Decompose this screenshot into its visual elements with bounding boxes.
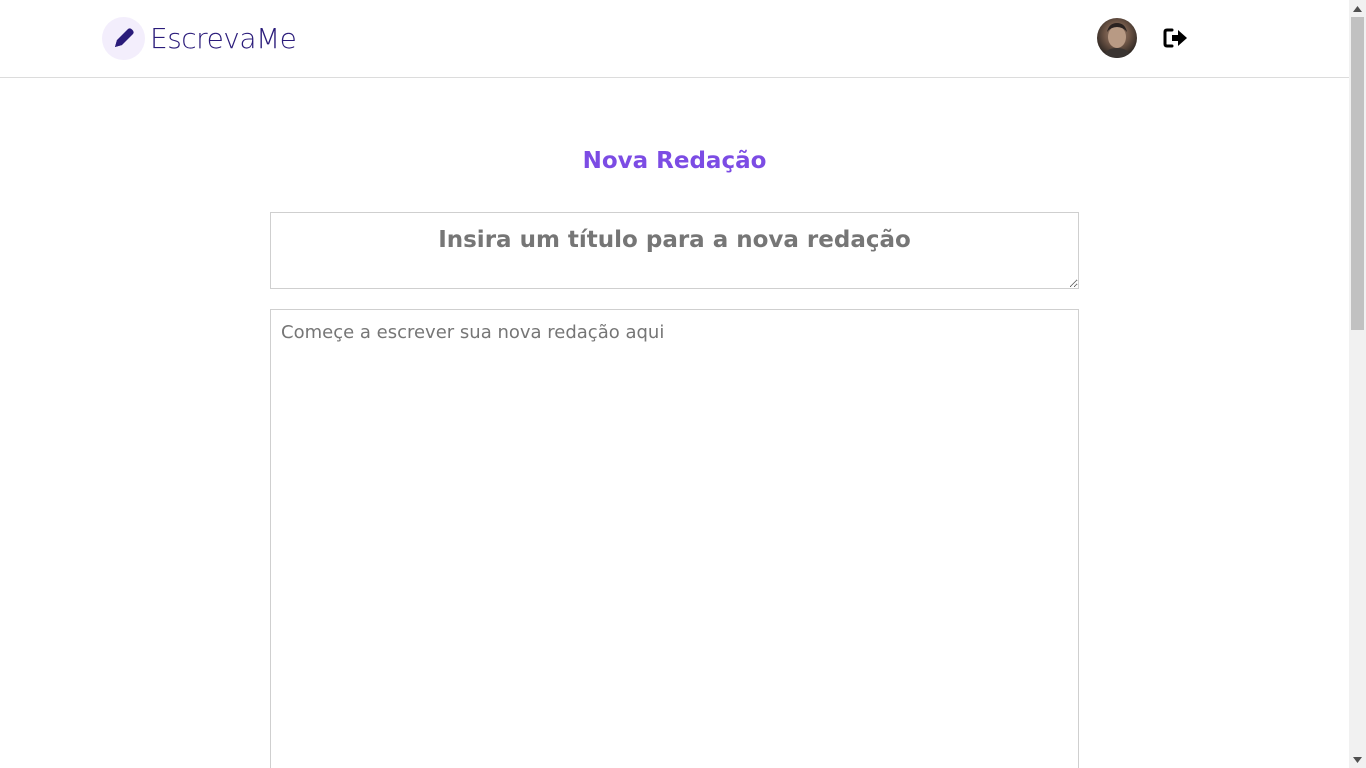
pencil-icon — [102, 16, 145, 60]
brand-name: EscrevaMe — [150, 21, 297, 55]
scroll-up-arrow-icon[interactable] — [1349, 0, 1366, 17]
user-avatar[interactable] — [1097, 18, 1137, 58]
essay-body-input[interactable] — [270, 309, 1079, 768]
essay-title-input[interactable] — [270, 212, 1079, 289]
brand-logo-link[interactable]: EscrevaMe — [102, 16, 297, 60]
vertical-scrollbar[interactable] — [1349, 0, 1366, 768]
page-title: Nova Redação — [582, 148, 767, 174]
scrollbar-thumb[interactable] — [1351, 17, 1364, 330]
scroll-down-arrow-icon[interactable] — [1349, 751, 1366, 768]
page: EscrevaMe Nova Redação — [0, 0, 1349, 768]
top-navbar: EscrevaMe — [0, 0, 1349, 78]
sign-out-icon[interactable] — [1163, 26, 1189, 50]
